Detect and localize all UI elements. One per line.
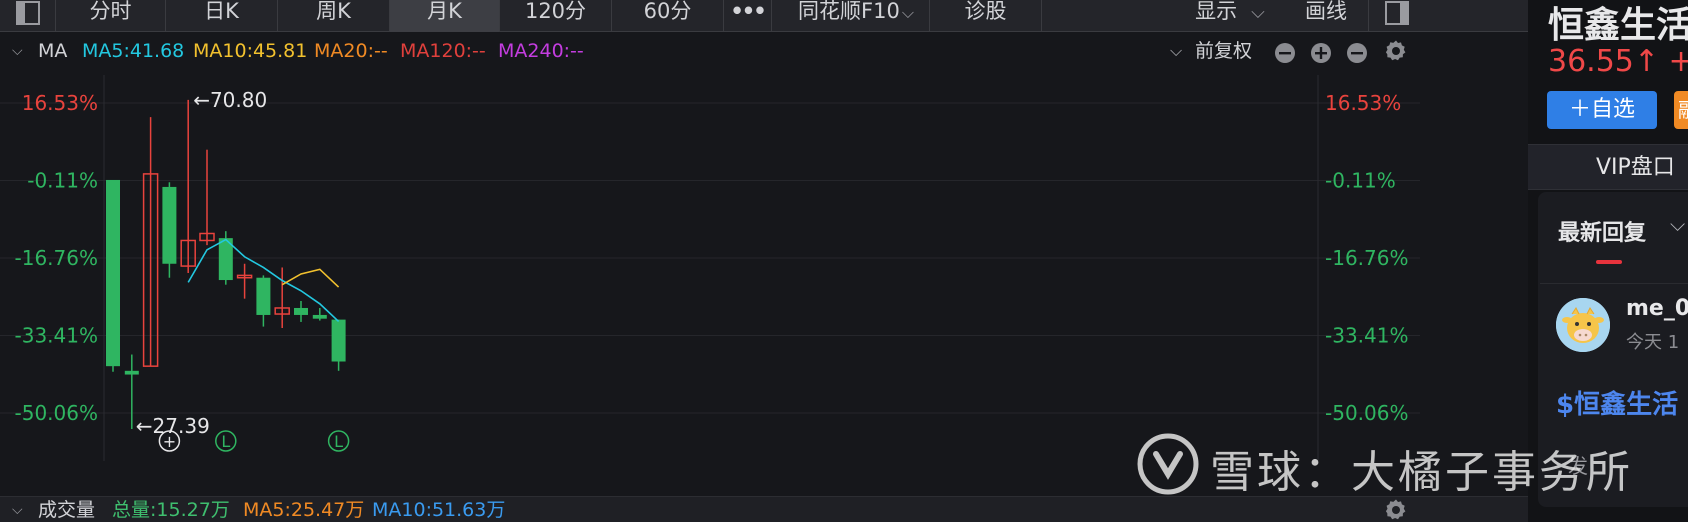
watermark-text: 雪球：大橘子事务所 [1210, 447, 1633, 498]
period-tab-bar: 分时 日K 周K 月K 120分 60分 ••• 同花顺F10 ⌵ 诊股 显示 ⌵ … [0, 0, 1528, 32]
tab-60min[interactable]: 60分 [612, 0, 724, 32]
stock-name: 恒鑫生活 [1548, 5, 1688, 46]
xueqiu-logo-icon [1137, 433, 1199, 495]
y-axis-left-label: -50.06% [15, 401, 98, 425]
layout-icon[interactable] [1368, 0, 1424, 32]
volume-ma5: MA5:25.47万 [243, 499, 365, 521]
tab-diagnose[interactable]: 诊股 [930, 0, 1042, 32]
tab-intraday[interactable]: 分时 [56, 0, 166, 32]
event-marker-label: L [221, 432, 230, 451]
volume-label: 成交量 [38, 499, 96, 521]
event-marker-label: + [163, 432, 176, 451]
candle-body [331, 319, 346, 362]
candle-body [124, 370, 139, 375]
event-marker-label: L [334, 432, 343, 451]
latest-reply-sort[interactable]: 最新回复 [1558, 215, 1646, 247]
stock-price: 36.55↑ + [1548, 44, 1688, 79]
candle-body [256, 277, 271, 315]
display-menu[interactable]: 显示 ⌵ [1180, 0, 1280, 32]
ma20-value: MA20:-- [314, 40, 388, 62]
zoom-out-icon[interactable] [1274, 40, 1296, 76]
tab-weekly-k[interactable]: 周K [278, 0, 390, 32]
stock-mention-link[interactable]: $恒鑫生活 [1556, 384, 1678, 421]
volume-collapse-icon[interactable]: ⌵ [12, 497, 23, 522]
y-axis-left-label: 16.53% [22, 91, 98, 115]
tab-more[interactable]: ••• [724, 0, 772, 32]
ma10-value: MA10:45.81 [193, 40, 308, 62]
cow-avatar-icon [1556, 298, 1610, 352]
vip-order-book-tab[interactable]: VIP盘口 [1528, 144, 1688, 190]
tab-daily-k[interactable]: 日K [166, 0, 278, 32]
ma-legend: ⌵ MA MA5:41.68 MA10:45.81 MA20:-- MA120:… [0, 33, 1528, 69]
post-time: 今天 1 [1626, 332, 1680, 353]
candlestick-chart[interactable]: 16.53% -0.11% -16.76% -33.41% -50.06% 16.53% -… [0, 75, 1528, 495]
adjust-chevron-icon[interactable]: ⌵ [1170, 33, 1182, 69]
y-axis-right-label: 16.53% [1325, 91, 1401, 115]
sort-chevron-icon[interactable]: ⌵ [1670, 212, 1685, 236]
volume-settings-icon[interactable] [1384, 498, 1408, 522]
ma-label: MA [38, 40, 68, 62]
user-name[interactable]: me_0 [1626, 296, 1688, 321]
y-axis-right-label: -50.06% [1325, 401, 1408, 425]
adjust-mode-label[interactable]: 前复权 [1195, 33, 1252, 69]
tab-f10[interactable]: 同花顺F10 ⌵ [772, 0, 930, 32]
zoom-in-icon[interactable] [1310, 40, 1332, 76]
app-root: 分时 日K 周K 月K 120分 60分 ••• 同花顺F10 ⌵ 诊股 显示 ⌵ … [0, 0, 1688, 522]
candle-body [106, 179, 120, 367]
active-tab-indicator [1596, 260, 1622, 264]
settings-gear-icon[interactable] [1384, 39, 1408, 75]
volume-total: 总量:15.27万 [112, 499, 230, 521]
ma240-value: MA240:-- [498, 40, 584, 62]
candle-body [312, 314, 327, 319]
divider [1540, 283, 1688, 284]
user-avatar[interactable] [1556, 298, 1610, 352]
volume-ma10: MA10:51.63万 [372, 499, 506, 521]
margin-trade-button[interactable]: 融 [1674, 91, 1688, 129]
y-axis-left-label: -33.41% [15, 323, 98, 347]
candle-body [162, 186, 177, 264]
ma5-value: MA5:41.68 [82, 40, 185, 62]
y-axis-right-label: -33.41% [1325, 323, 1408, 347]
tab-120min[interactable]: 120分 [500, 0, 612, 32]
max-price-marker: ←70.80 [193, 88, 267, 112]
remove-indicator-icon[interactable] [1346, 40, 1368, 76]
y-axis-right-label: -0.11% [1325, 168, 1396, 192]
y-axis-left-label: -16.76% [15, 246, 98, 270]
candle-body [294, 307, 308, 315]
draw-line-button[interactable]: 画线 [1286, 0, 1366, 32]
ma120-value: MA120:-- [400, 40, 486, 62]
add-watchlist-button[interactable]: ＋自选 [1547, 91, 1657, 129]
sidebar-toggle-icon[interactable] [0, 0, 56, 32]
tab-monthly-k[interactable]: 月K [390, 0, 500, 32]
y-axis-right-label: -16.76% [1325, 246, 1408, 270]
y-axis-left-label: -0.11% [27, 168, 98, 192]
collapse-chevron-icon[interactable]: ⌵ [12, 33, 23, 69]
